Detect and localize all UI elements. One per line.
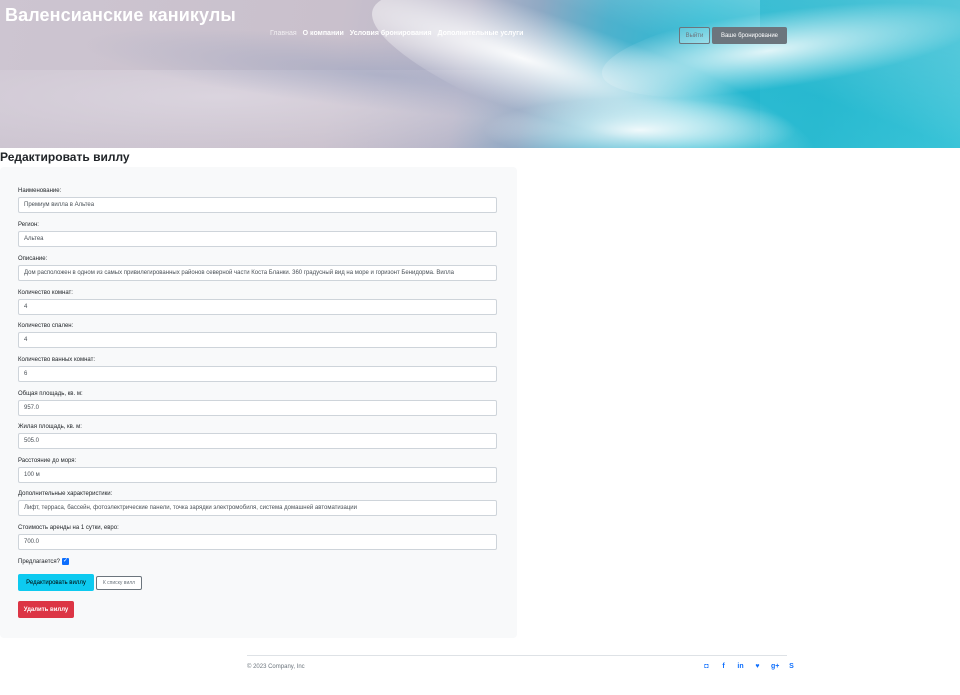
hero-header: Валенсианские каникулы Главная О компани… [0,0,960,148]
rooms-label: Количество комнат: [18,290,73,296]
instagram-icon[interactable]: ◘ [703,663,710,670]
sea-distance-field-group: Расстояние до моря: 100 м [18,457,497,483]
description-input[interactable]: Дом расположен в одном из самых привилег… [18,265,497,281]
features-input[interactable]: Лифт, терраса, бассейн, фотоэлектрически… [18,500,497,516]
total-area-input[interactable]: 957.0 [18,400,497,416]
region-label: Регион: [18,222,39,228]
region-field-group: Регион: Альтеа [18,221,497,247]
price-input[interactable]: 700.0 [18,534,497,550]
nav-item-booking-terms[interactable]: Условия бронирования [350,30,432,37]
footer-divider [247,655,787,656]
delete-villa-button[interactable]: Удалить виллу [18,601,74,618]
linkedin-icon[interactable]: in [737,663,744,670]
bathrooms-input[interactable]: 6 [18,366,497,382]
rooms-field-group: Количество комнат: 4 [18,289,497,315]
price-label: Стоимость аренды на 1 сутки, евро: [18,525,119,531]
site-title[interactable]: Валенсианские каникулы [5,5,236,26]
sea-distance-label: Расстояние до моря: [18,458,77,464]
back-to-list-button[interactable]: К списку вилл [96,576,142,590]
price-field-group: Стоимость аренды на 1 сутки, евро: 700.0 [18,524,497,550]
features-label: Дополнительные характеристики: [18,491,113,497]
offered-checkbox[interactable]: ✓ [62,558,69,565]
bathrooms-field-group: Количество ванных комнат: 6 [18,356,497,382]
offered-label: Предлагается? [18,558,60,565]
skype-icon[interactable]: S [788,663,795,670]
main-nav: Главная О компании Условия бронирования … [270,30,523,37]
nav-item-home[interactable]: Главная [270,30,297,37]
living-area-input[interactable]: 505.0 [18,433,497,449]
page-title: Редактировать виллу [0,150,130,164]
description-label: Описание: [18,256,48,262]
offered-check-row: Предлагается? ✓ [18,558,69,565]
nav-item-about[interactable]: О компании [303,30,344,37]
living-area-field-group: Жилая площадь, кв. м: 505.0 [18,423,497,449]
name-field-group: Наименование: Премиум вилла в Альтеа [18,187,497,213]
bedrooms-input[interactable]: 4 [18,332,497,348]
region-input[interactable]: Альтеа [18,231,497,247]
bedrooms-field-group: Количество спален: 4 [18,322,497,348]
social-links: ◘ f in ♥ g+ S [703,663,795,670]
sea-distance-input[interactable]: 100 м [18,467,497,483]
my-bookings-button[interactable]: Ваше бронирование [712,27,787,44]
copyright-text: © 2023 Company, Inc [247,664,305,670]
name-label: Наименование: [18,188,62,194]
bedrooms-label: Количество спален: [18,323,74,329]
name-input[interactable]: Премиум вилла в Альтеа [18,197,497,213]
features-field-group: Дополнительные характеристики: Лифт, тер… [18,490,497,516]
twitter-icon[interactable]: ♥ [754,663,761,670]
logout-button[interactable]: Выйти [679,27,710,44]
rooms-input[interactable]: 4 [18,299,497,315]
edit-villa-button[interactable]: Редактировать виллу [18,574,94,591]
description-field-group: Описание: Дом расположен в одном из самы… [18,255,497,281]
google-plus-icon[interactable]: g+ [771,663,779,670]
bathrooms-label: Количество ванных комнат: [18,357,96,363]
facebook-icon[interactable]: f [720,663,727,670]
total-area-field-group: Общая площадь, кв. м: 957.0 [18,390,497,416]
total-area-label: Общая площадь, кв. м: [18,391,83,397]
nav-item-extra-services[interactable]: Дополнительные услуги [438,30,524,37]
living-area-label: Жилая площадь, кв. м: [18,424,82,430]
